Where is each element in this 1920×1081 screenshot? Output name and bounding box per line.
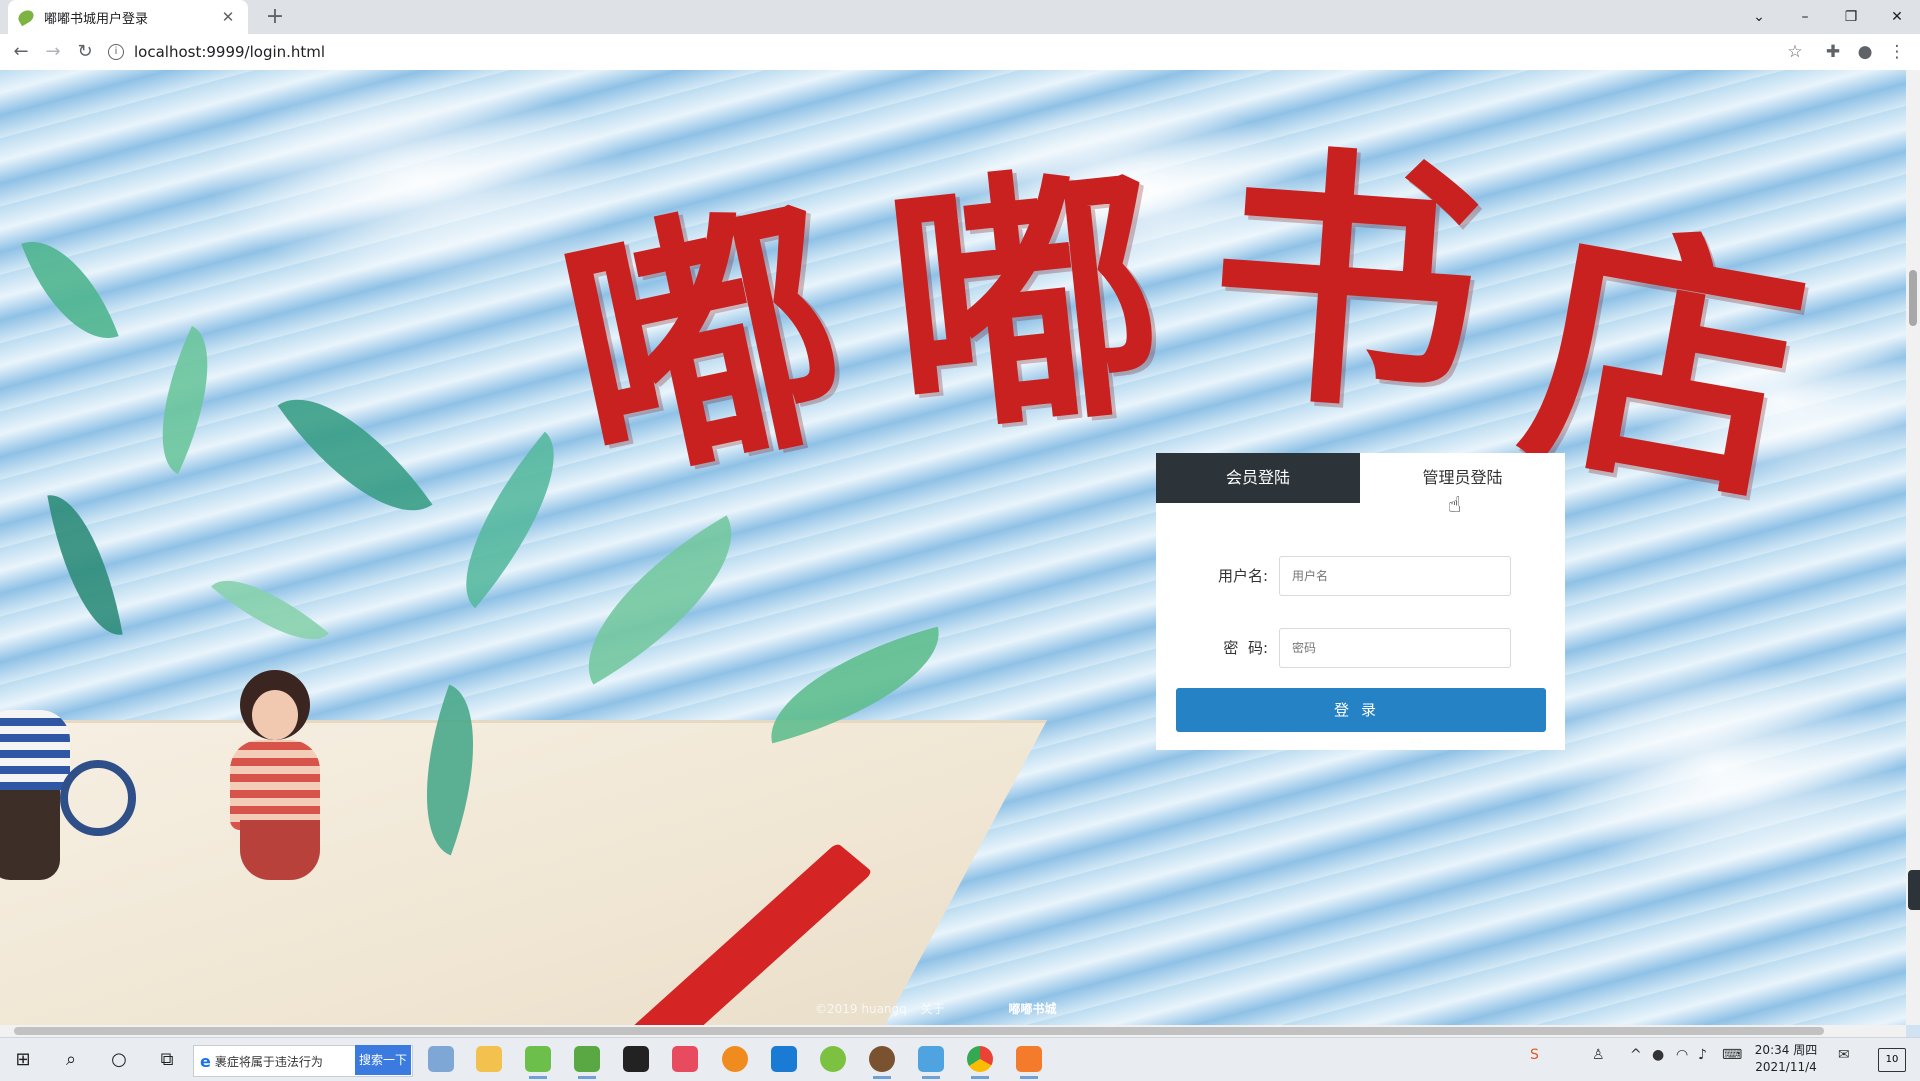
horizontal-scrollbar[interactable]	[0, 1025, 1906, 1037]
password-label: 密 码:	[1223, 639, 1268, 657]
keyboard-icon[interactable]: ⌨	[1722, 1047, 1742, 1063]
browser-tab-login[interactable]: 嘟嘟书城用户登录 ✕	[8, 0, 248, 34]
side-panel-tab[interactable]	[1908, 870, 1920, 910]
leaf-favicon-icon	[16, 7, 36, 27]
back-arrow-icon[interactable]: ←	[6, 37, 36, 67]
intellij-idea-icon[interactable]	[672, 1046, 698, 1072]
footer-copyright: ©2019 huangq	[815, 1002, 907, 1016]
browser-toolbar: ← → ↻ i localhost:9999/login.html ☆ ✚ ● …	[0, 34, 1920, 71]
tab-admin-login[interactable]: 管理员登陆	[1360, 453, 1565, 503]
video-app-icon[interactable]	[771, 1046, 797, 1072]
chrome-icon[interactable]	[967, 1046, 993, 1079]
login-button[interactable]: 登录	[1176, 688, 1546, 732]
close-window-button[interactable]: ✕	[1874, 0, 1920, 34]
footer-about-link[interactable]: 关于	[921, 1002, 945, 1016]
address-bar[interactable]: i localhost:9999/login.html	[108, 38, 1788, 66]
clock-date: 2021/11/4	[1755, 1060, 1817, 1074]
leaf-app-icon[interactable]	[820, 1046, 846, 1072]
action-center-badge[interactable]: 10	[1878, 1048, 1906, 1072]
windows-start-icon[interactable]: ⊞	[6, 1043, 40, 1077]
page-footer: ©2019 huangq 关于 嘟嘟书城	[815, 1000, 1056, 1017]
message-icon[interactable]: ✉	[1838, 1047, 1850, 1063]
cortana-circle-icon[interactable]: ○	[102, 1043, 136, 1077]
password-input[interactable]	[1279, 628, 1511, 668]
footer-brand: 嘟嘟书城	[1008, 1002, 1057, 1016]
username-label: 用户名:	[1217, 567, 1268, 585]
username-row: 用户名:	[1156, 554, 1565, 598]
browser-tabstrip: 嘟嘟书城用户登录 ✕ + ⌄ – ❐ ✕	[0, 0, 1920, 34]
title-char: 书	[1199, 117, 1491, 452]
page-viewport: 嘟 嘟 书 店 会员登陆 管理员登陆 用户名: 密 码: 登录 ☝ ©2019 …	[0, 70, 1906, 1025]
bookmark-star-icon[interactable]: ☆	[1780, 37, 1810, 67]
app-icon[interactable]	[1016, 1046, 1042, 1079]
network-app-icon[interactable]	[918, 1046, 944, 1079]
search-icon[interactable]: ⌕	[54, 1043, 88, 1077]
hand-cursor-icon: ☝	[1448, 493, 1462, 518]
boy-on-bicycle-illustration	[0, 670, 136, 900]
vertical-scroll-thumb[interactable]	[1909, 270, 1917, 326]
leaf-illustration	[277, 365, 433, 545]
password-row: 密 码:	[1156, 626, 1565, 670]
leaf-illustration	[211, 556, 329, 664]
new-tab-button[interactable]: +	[262, 4, 288, 30]
file-explorer-icon[interactable]	[476, 1046, 502, 1072]
open-book-illustration	[0, 720, 1048, 1025]
wifi-icon[interactable]: ◠	[1676, 1047, 1688, 1063]
minimize-button[interactable]: –	[1782, 0, 1828, 34]
search-app-icon[interactable]	[722, 1046, 748, 1072]
leaf-illustration	[47, 486, 123, 644]
taskbar-clock[interactable]: 20:34 周四 2021/11/4	[1752, 1042, 1820, 1076]
volume-icon[interactable]: ♪	[1698, 1047, 1707, 1063]
girl-on-bicycle-illustration	[200, 670, 350, 930]
profile-avatar-icon[interactable]: ●	[1850, 37, 1880, 67]
address-url: localhost:9999/login.html	[134, 43, 326, 61]
browser-tab-title: 嘟嘟书城用户登录	[44, 11, 149, 27]
edge-e-icon: e	[200, 1051, 211, 1071]
input-method-icon[interactable]: S	[1530, 1047, 1539, 1063]
qq-icon[interactable]: ●	[1652, 1047, 1664, 1063]
tray-expand-icon[interactable]: ^	[1630, 1047, 1642, 1063]
username-input[interactable]	[1279, 556, 1511, 596]
leaf-illustration	[429, 431, 591, 609]
clock-time: 20:34 周四	[1754, 1043, 1818, 1057]
leaf-illustration	[21, 223, 119, 357]
notepad-app-icon[interactable]	[428, 1046, 454, 1072]
leaf-illustration	[553, 515, 767, 685]
windows-taskbar: ⊞ ⌕ ○ ⧉ e 裹症将属于违法行为 搜索一下 S ♙ ^ ● ◠ ♪ ⌨ 2…	[0, 1037, 1920, 1081]
task-view-icon[interactable]: ⧉	[150, 1043, 184, 1077]
browser-menu-icon[interactable]: ⋮	[1882, 37, 1912, 67]
people-icon[interactable]: ♙	[1592, 1047, 1605, 1063]
reload-icon[interactable]: ↻	[70, 37, 100, 67]
login-tabs: 会员登陆 管理员登陆	[1156, 453, 1565, 503]
extensions-puzzle-icon[interactable]: ✚	[1818, 37, 1848, 67]
close-tab-icon[interactable]: ✕	[218, 8, 238, 26]
tab-member-login[interactable]: 会员登陆	[1156, 453, 1360, 503]
media-app-icon[interactable]	[869, 1046, 895, 1079]
terminal-icon[interactable]	[623, 1046, 649, 1072]
horizontal-scroll-thumb[interactable]	[14, 1027, 1824, 1035]
title-char: 嘟	[540, 162, 870, 527]
title-char: 嘟	[874, 133, 1176, 476]
forward-arrow-icon[interactable]: →	[38, 37, 68, 67]
login-card: 会员登陆 管理员登陆 用户名: 密 码: 登录	[1156, 453, 1565, 750]
site-info-icon[interactable]: i	[108, 44, 124, 60]
taskbar-search-button[interactable]: 搜索一下	[355, 1045, 411, 1075]
restore-button[interactable]: ❐	[1828, 0, 1874, 34]
app-icon[interactable]	[525, 1046, 551, 1079]
leaf-illustration	[132, 325, 238, 475]
editor-app-icon[interactable]	[574, 1046, 600, 1079]
tab-search-chevron-icon[interactable]: ⌄	[1736, 0, 1782, 34]
